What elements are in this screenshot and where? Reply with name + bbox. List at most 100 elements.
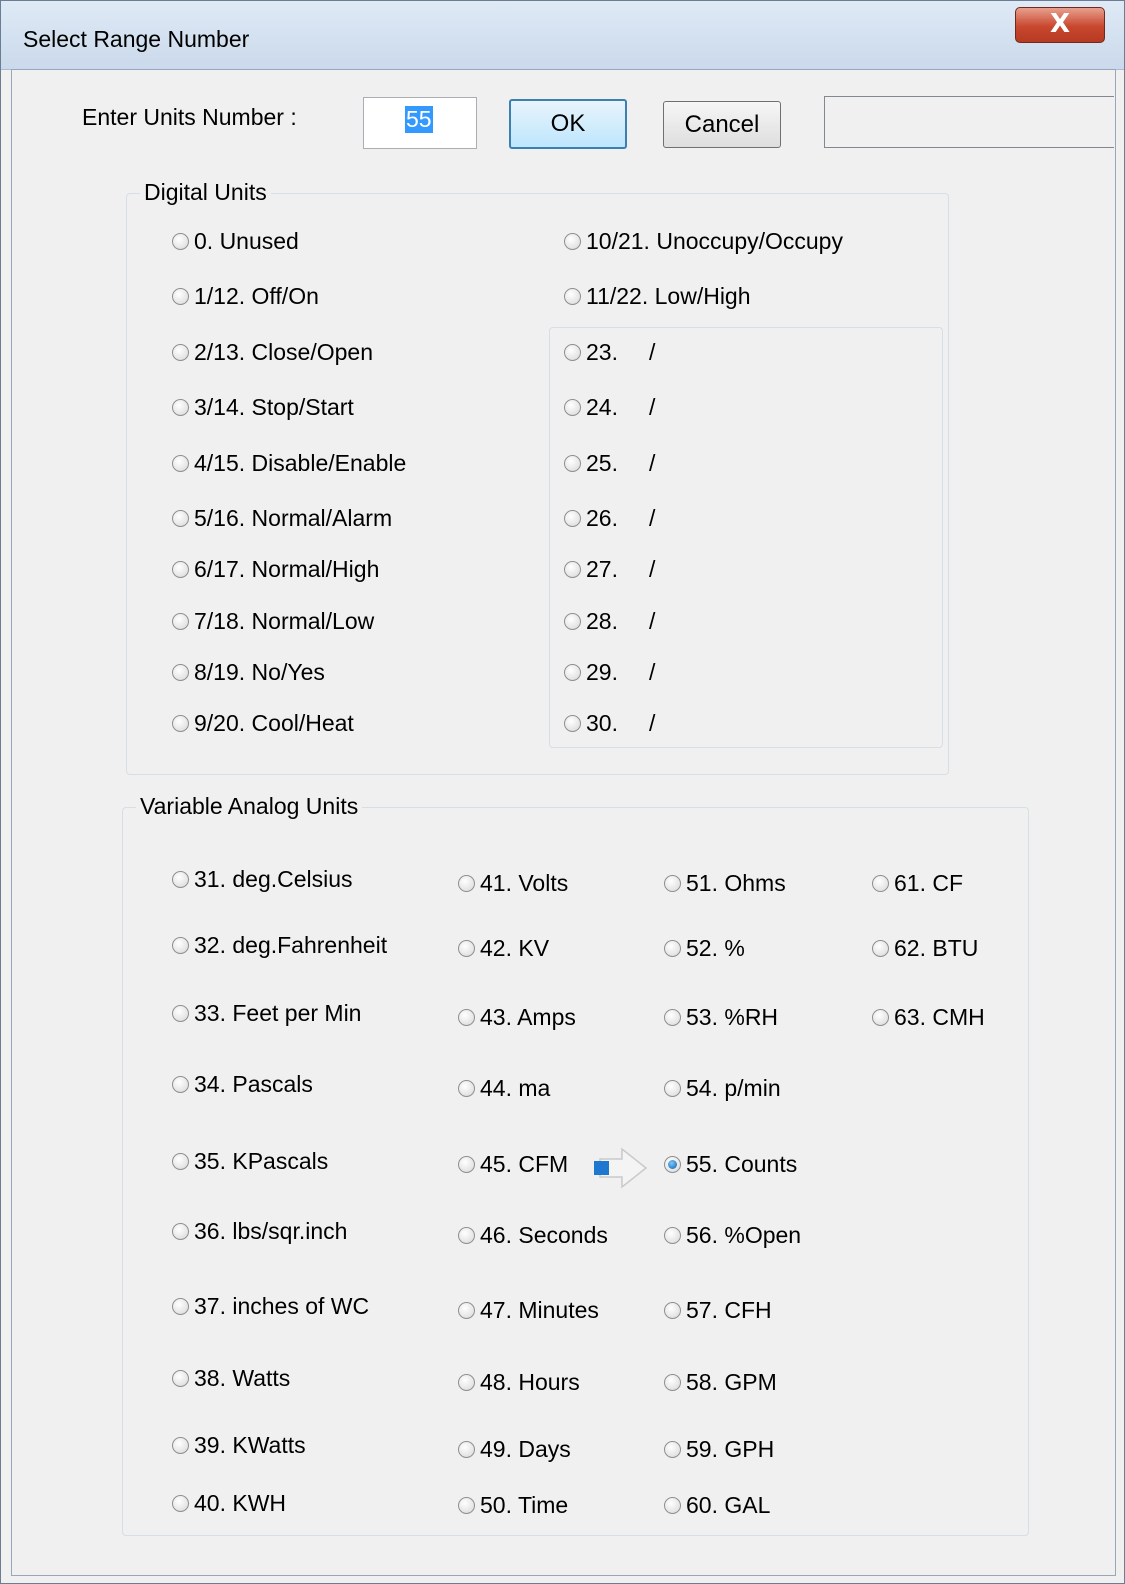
radio-button-icon[interactable] xyxy=(458,875,475,892)
radio-button-icon[interactable] xyxy=(664,1080,681,1097)
radio-button-icon[interactable] xyxy=(172,715,189,732)
analog-unit-option[interactable]: 46. Seconds xyxy=(458,1222,608,1248)
radio-button-icon[interactable] xyxy=(664,940,681,957)
analog-unit-option[interactable]: 33. Feet per Min xyxy=(172,1000,361,1026)
radio-button-icon[interactable] xyxy=(458,1302,475,1319)
analog-unit-option[interactable]: 34. Pascals xyxy=(172,1071,313,1097)
radio-button-icon[interactable] xyxy=(172,344,189,361)
radio-button-icon[interactable] xyxy=(564,715,581,732)
radio-button-icon[interactable] xyxy=(172,1495,189,1512)
digital-unit-option[interactable]: 0. Unused xyxy=(172,228,299,254)
radio-button-icon[interactable] xyxy=(664,1227,681,1244)
radio-button-icon[interactable] xyxy=(458,1441,475,1458)
close-button[interactable]: X xyxy=(1015,7,1105,43)
analog-unit-option[interactable]: 51. Ohms xyxy=(664,870,786,896)
radio-button-icon[interactable] xyxy=(172,1370,189,1387)
analog-unit-option[interactable]: 52. % xyxy=(664,935,745,961)
analog-unit-option[interactable]: 53. %RH xyxy=(664,1004,778,1030)
custom-unit-option[interactable]: 30. / xyxy=(564,710,655,736)
analog-unit-option[interactable]: 35. KPascals xyxy=(172,1148,328,1174)
analog-unit-option[interactable]: 41. Volts xyxy=(458,870,568,896)
radio-button-icon[interactable] xyxy=(564,233,581,250)
digital-unit-option[interactable]: 4/15. Disable/Enable xyxy=(172,450,406,476)
radio-button-icon[interactable] xyxy=(172,1153,189,1170)
digital-unit-option[interactable]: 7/18. Normal/Low xyxy=(172,608,374,634)
radio-button-icon[interactable] xyxy=(872,875,889,892)
radio-button-icon[interactable] xyxy=(458,1497,475,1514)
radio-button-icon[interactable] xyxy=(564,399,581,416)
analog-unit-option[interactable]: 37. inches of WC xyxy=(172,1293,369,1319)
radio-button-icon[interactable] xyxy=(458,1009,475,1026)
radio-button-icon[interactable] xyxy=(172,1076,189,1093)
radio-button-icon[interactable] xyxy=(564,344,581,361)
radio-button-icon[interactable] xyxy=(172,455,189,472)
radio-button-icon[interactable] xyxy=(664,1497,681,1514)
analog-unit-option[interactable]: 56. %Open xyxy=(664,1222,801,1248)
custom-unit-option[interactable]: 26. / xyxy=(564,505,655,531)
analog-unit-option[interactable]: 42. KV xyxy=(458,935,549,961)
analog-unit-option[interactable]: 38. Watts xyxy=(172,1365,290,1391)
radio-button-icon[interactable] xyxy=(172,1223,189,1240)
analog-unit-option[interactable]: 31. deg.Celsius xyxy=(172,866,353,892)
radio-button-icon[interactable] xyxy=(172,561,189,578)
radio-button-icon[interactable] xyxy=(664,875,681,892)
digital-unit-option[interactable]: 5/16. Normal/Alarm xyxy=(172,505,392,531)
analog-unit-option[interactable]: 36. lbs/sqr.inch xyxy=(172,1218,347,1244)
analog-unit-option[interactable]: 54. p/min xyxy=(664,1075,781,1101)
digital-unit-option[interactable]: 10/21. Unoccupy/Occupy xyxy=(564,228,843,254)
radio-button-icon[interactable] xyxy=(564,613,581,630)
analog-unit-option[interactable]: 39. KWatts xyxy=(172,1432,306,1458)
radio-button-icon[interactable] xyxy=(172,664,189,681)
digital-unit-option[interactable]: 11/22. Low/High xyxy=(564,283,751,309)
radio-button-icon[interactable] xyxy=(458,940,475,957)
radio-button-icon[interactable] xyxy=(564,561,581,578)
analog-unit-option[interactable]: 55. Counts xyxy=(664,1151,797,1177)
radio-button-icon[interactable] xyxy=(564,664,581,681)
custom-unit-option[interactable]: 27. / xyxy=(564,556,655,582)
analog-unit-option[interactable]: 59. GPH xyxy=(664,1436,774,1462)
analog-unit-option[interactable]: 62. BTU xyxy=(872,935,978,961)
radio-button-icon[interactable] xyxy=(172,233,189,250)
units-number-input[interactable]: 55 xyxy=(363,97,477,149)
analog-unit-option[interactable]: 32. deg.Fahrenheit xyxy=(172,932,387,958)
digital-unit-option[interactable]: 3/14. Stop/Start xyxy=(172,394,354,420)
custom-unit-option[interactable]: 25. / xyxy=(564,450,655,476)
custom-unit-option[interactable]: 23. / xyxy=(564,339,655,365)
custom-unit-option[interactable]: 24. / xyxy=(564,394,655,420)
radio-button-icon[interactable] xyxy=(458,1227,475,1244)
radio-button-icon[interactable] xyxy=(172,613,189,630)
radio-button-icon[interactable] xyxy=(564,455,581,472)
analog-unit-option[interactable]: 63. CMH xyxy=(872,1004,985,1030)
radio-button-icon[interactable] xyxy=(664,1009,681,1026)
radio-button-icon[interactable] xyxy=(172,1298,189,1315)
radio-button-icon[interactable] xyxy=(564,288,581,305)
radio-button-icon[interactable] xyxy=(664,1441,681,1458)
digital-unit-option[interactable]: 1/12. Off/On xyxy=(172,283,319,309)
analog-unit-option[interactable]: 44. ma xyxy=(458,1075,550,1101)
analog-unit-option[interactable]: 60. GAL xyxy=(664,1492,770,1518)
radio-button-icon[interactable] xyxy=(664,1302,681,1319)
title-bar[interactable]: Select Range Number X xyxy=(1,1,1124,70)
radio-button-icon[interactable] xyxy=(172,1437,189,1454)
analog-unit-option[interactable]: 47. Minutes xyxy=(458,1297,599,1323)
radio-button-icon[interactable] xyxy=(458,1156,475,1173)
analog-unit-option[interactable]: 43. Amps xyxy=(458,1004,576,1030)
radio-button-icon[interactable] xyxy=(564,510,581,527)
analog-unit-option[interactable]: 49. Days xyxy=(458,1436,571,1462)
digital-unit-option[interactable]: 6/17. Normal/High xyxy=(172,556,379,582)
cancel-button[interactable]: Cancel xyxy=(663,101,781,148)
digital-unit-option[interactable]: 2/13. Close/Open xyxy=(172,339,373,365)
digital-unit-option[interactable]: 9/20. Cool/Heat xyxy=(172,710,354,736)
radio-button-icon[interactable] xyxy=(172,288,189,305)
analog-unit-option[interactable]: 48. Hours xyxy=(458,1369,580,1395)
radio-button-icon[interactable] xyxy=(172,399,189,416)
radio-button-icon[interactable] xyxy=(664,1374,681,1391)
radio-button-icon[interactable] xyxy=(872,1009,889,1026)
analog-unit-option[interactable]: 45. CFM xyxy=(458,1151,568,1177)
custom-unit-option[interactable]: 28. / xyxy=(564,608,655,634)
radio-button-icon[interactable] xyxy=(458,1374,475,1391)
analog-unit-option[interactable]: 57. CFH xyxy=(664,1297,772,1323)
ok-button[interactable]: OK xyxy=(509,99,627,149)
analog-unit-option[interactable]: 50. Time xyxy=(458,1492,568,1518)
radio-button-icon[interactable] xyxy=(458,1080,475,1097)
